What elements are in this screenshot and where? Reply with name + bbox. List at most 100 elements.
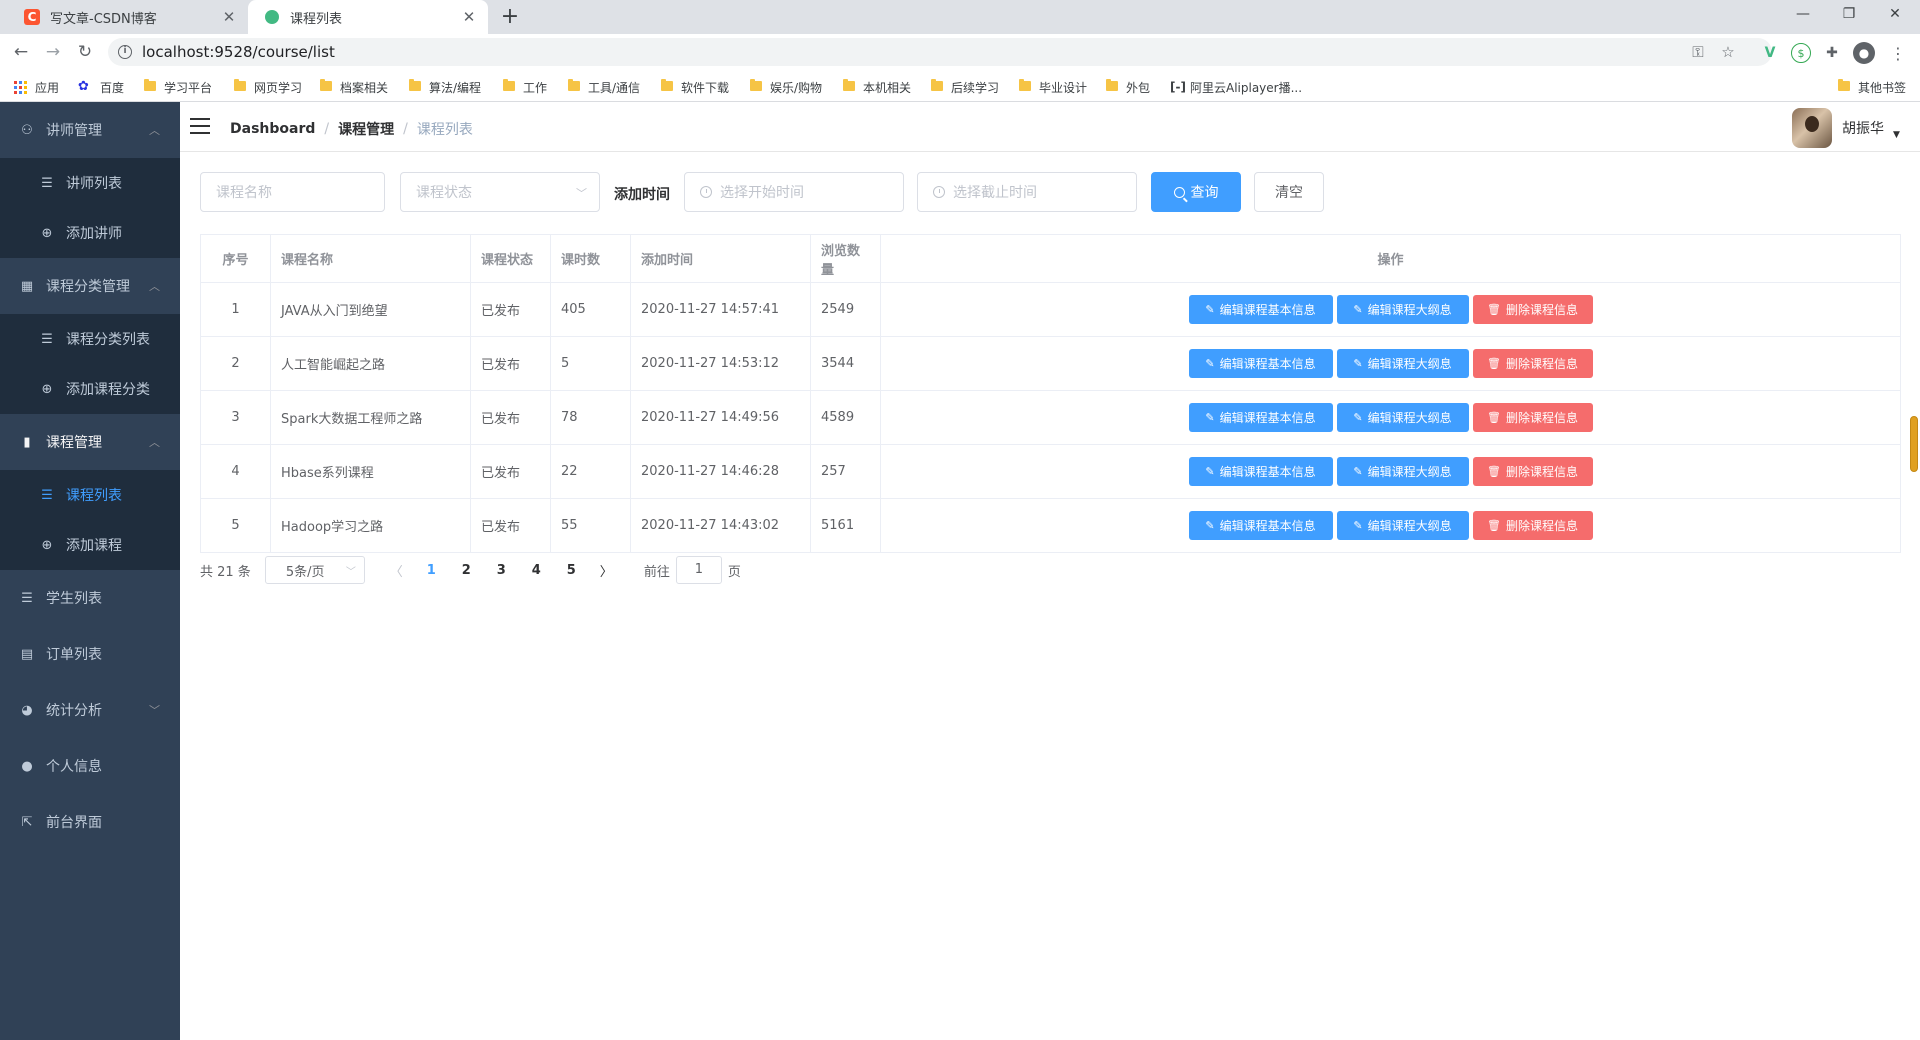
- delete-course-button[interactable]: 🗑 删除课程信息: [1472, 457, 1593, 486]
- sidebar-group-category[interactable]: ▦ 课程分类管理 ︿: [0, 258, 180, 314]
- bookmark-other[interactable]: 其他书签: [1838, 78, 1906, 96]
- page-size-select[interactable]: 5条/页 ﹀: [264, 556, 365, 584]
- breadcrumb-course-management[interactable]: 课程管理: [338, 119, 394, 139]
- folder-icon: [234, 79, 246, 91]
- edit-course-outline-button[interactable]: ✎ 编辑课程大纲息: [1336, 511, 1469, 540]
- reload-icon[interactable]: ↻: [72, 39, 98, 65]
- bookmark-folder[interactable]: 工作: [503, 78, 547, 96]
- trash-icon: 🗑: [1487, 357, 1501, 370]
- edit-course-outline-button[interactable]: ✎ 编辑课程大纲息: [1336, 349, 1469, 378]
- sidebar-item-add-course[interactable]: ⊕ 添加课程: [0, 520, 180, 570]
- bookmark-aliyun[interactable]: [-] 阿里云Aliplayer播...: [1170, 78, 1302, 96]
- bookmark-folder[interactable]: 娱乐/购物: [750, 78, 822, 96]
- add-time-cell: 2020-11-27 14:57:41: [630, 282, 811, 337]
- avatar[interactable]: [1792, 108, 1832, 148]
- bookmark-folder[interactable]: 后续学习: [931, 78, 999, 96]
- url-bar[interactable]: i localhost:9528/course/list ⚿ ☆: [108, 38, 1772, 66]
- course-status-cell: 已发布: [470, 282, 551, 337]
- sidebar-item-teacher-list[interactable]: ☰ 讲师列表: [0, 158, 180, 208]
- course-name-cell: Hadoop学习之路: [270, 498, 471, 553]
- key-icon[interactable]: ⚿: [1686, 40, 1710, 64]
- bookmark-apps[interactable]: 应用: [14, 78, 59, 96]
- bookmark-folder[interactable]: 学习平台: [144, 78, 212, 96]
- page-number[interactable]: 3: [484, 563, 519, 578]
- delete-course-button[interactable]: 🗑 删除课程信息: [1472, 349, 1593, 378]
- edit-course-info-button[interactable]: ✎ 编辑课程基本信息: [1188, 511, 1333, 540]
- browser-tab-course-list[interactable]: 课程列表 ✕: [248, 0, 488, 34]
- page-number[interactable]: 5: [554, 563, 589, 578]
- close-icon[interactable]: ✕: [220, 8, 238, 26]
- breadcrumb-dashboard[interactable]: Dashboard: [230, 121, 315, 137]
- restore-icon[interactable]: ❐: [1826, 0, 1872, 30]
- start-time-picker[interactable]: 选择开始时间: [684, 172, 904, 212]
- edit-course-info-button[interactable]: ✎ 编辑课程基本信息: [1188, 403, 1333, 432]
- bookmark-folder[interactable]: 外包: [1106, 78, 1150, 96]
- edit-course-info-button[interactable]: ✎ 编辑课程基本信息: [1188, 295, 1333, 324]
- edit-course-outline-button[interactable]: ✎ 编辑课程大纲息: [1336, 457, 1469, 486]
- course-name-cell: 人工智能崛起之路: [270, 336, 471, 391]
- sidebar-item-students[interactable]: ☰ 学生列表: [0, 570, 180, 626]
- delete-course-button[interactable]: 🗑 删除课程信息: [1472, 511, 1593, 540]
- goto-page-input[interactable]: 1: [675, 556, 722, 584]
- course-status-cell: 已发布: [470, 336, 551, 391]
- vue-devtools-icon[interactable]: V: [1760, 43, 1780, 63]
- more-icon[interactable]: ⋮: [1888, 43, 1908, 63]
- edit-course-info-button[interactable]: ✎ 编辑课程基本信息: [1188, 457, 1333, 486]
- end-time-picker[interactable]: 选择截止时间: [917, 172, 1137, 212]
- sidebar-group-stats[interactable]: ◕ 统计分析 ﹀: [0, 682, 180, 738]
- column-header: 课程状态: [470, 234, 551, 283]
- delete-course-button[interactable]: 🗑 删除课程信息: [1472, 403, 1593, 432]
- sidebar-item-category-list[interactable]: ☰ 课程分类列表: [0, 314, 180, 364]
- bookmark-folder[interactable]: 算法/编程: [409, 78, 481, 96]
- bookmark-folder[interactable]: 软件下载: [661, 78, 729, 96]
- next-page-button[interactable]: 〉: [589, 561, 624, 580]
- edit-course-info-button[interactable]: ✎ 编辑课程基本信息: [1188, 349, 1333, 378]
- edit-course-outline-button[interactable]: ✎ 编辑课程大纲息: [1336, 403, 1469, 432]
- info-icon[interactable]: i: [118, 45, 132, 59]
- sidebar-item-add-category[interactable]: ⊕ 添加课程分类: [0, 364, 180, 414]
- clear-button[interactable]: 清空: [1254, 172, 1324, 212]
- lesson-count-cell: 55: [550, 498, 631, 553]
- sidebar: ⚇ 讲师管理 ︿ ☰ 讲师列表 ⊕ 添加讲师 ▦ 课程分类管理 ︿ ☰ 课程分类列表 …: [0, 102, 180, 1040]
- sidebar-group-teacher[interactable]: ⚇ 讲师管理 ︿: [0, 102, 180, 158]
- bookmark-folder[interactable]: 毕业设计: [1019, 78, 1087, 96]
- bookmark-folder[interactable]: 工具/通信: [568, 78, 640, 96]
- sidebar-item-frontend[interactable]: ⇱ 前台界面: [0, 794, 180, 850]
- close-icon[interactable]: ✕: [460, 8, 478, 26]
- page-number[interactable]: 1: [414, 563, 449, 578]
- bookmark-folder[interactable]: 本机相关: [843, 78, 911, 96]
- scrollbar-thumb[interactable]: [1910, 416, 1918, 472]
- sidebar-group-course[interactable]: ▮ 课程管理 ︿: [0, 414, 180, 470]
- hamburger-icon[interactable]: [190, 118, 210, 134]
- bookmark-folder[interactable]: 网页学习: [234, 78, 302, 96]
- delete-course-button[interactable]: 🗑 删除课程信息: [1472, 295, 1593, 324]
- edit-course-outline-button[interactable]: ✎ 编辑课程大纲息: [1336, 295, 1469, 324]
- sidebar-item-profile[interactable]: ● 个人信息: [0, 738, 180, 794]
- new-tab-button[interactable]: +: [498, 4, 522, 30]
- star-icon[interactable]: ☆: [1716, 40, 1740, 64]
- extension-icon[interactable]: $: [1791, 43, 1811, 63]
- window-close-icon[interactable]: ✕: [1872, 0, 1918, 30]
- sidebar-item-add-teacher[interactable]: ⊕ 添加讲师: [0, 208, 180, 258]
- caret-down-icon[interactable]: ▼: [1893, 130, 1900, 140]
- sidebar-item-course-list[interactable]: ☰ 课程列表: [0, 470, 180, 520]
- profile-icon[interactable]: ●: [1853, 42, 1875, 64]
- back-icon[interactable]: ←: [8, 39, 34, 65]
- minimize-icon[interactable]: —: [1780, 0, 1826, 30]
- browser-tab-csdn[interactable]: C 写文章-CSDN博客 ✕: [8, 0, 248, 34]
- sidebar-item-orders[interactable]: ▤ 订单列表: [0, 626, 180, 682]
- folder-icon: [843, 79, 855, 91]
- prev-page-button[interactable]: 〈: [379, 561, 414, 580]
- puzzle-icon[interactable]: ✚: [1822, 43, 1842, 63]
- forward-icon[interactable]: →: [40, 39, 66, 65]
- external-link-icon: ⇱: [21, 814, 33, 830]
- user-icon: ⚇: [21, 122, 33, 138]
- course-status-select[interactable]: 课程状态 ﹀: [400, 172, 600, 212]
- bookmark-baidu[interactable]: ✿ 百度: [78, 78, 124, 96]
- page-number[interactable]: 4: [519, 563, 554, 578]
- query-button[interactable]: 查询: [1151, 172, 1241, 212]
- course-name-input[interactable]: 课程名称: [200, 172, 385, 212]
- bookmark-folder[interactable]: 档案相关: [320, 78, 388, 96]
- user-name[interactable]: 胡振华: [1842, 118, 1884, 138]
- page-number[interactable]: 2: [449, 563, 484, 578]
